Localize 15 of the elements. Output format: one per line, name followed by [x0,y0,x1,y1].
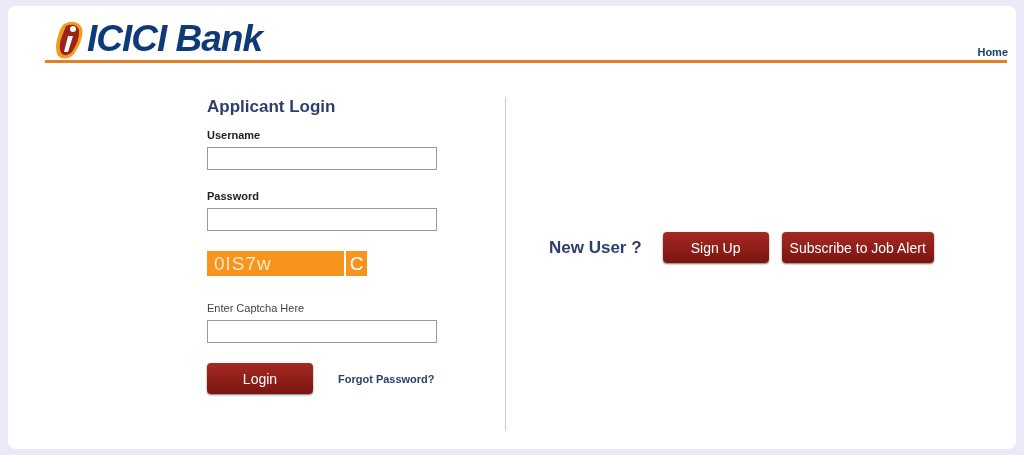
field-label: Enter Captcha Here [207,302,306,314]
captcha-input-field[interactable] [207,320,437,343]
sign-up-button[interactable]: Sign Up [662,232,769,263]
login-button[interactable]: Login [207,363,313,394]
home-link[interactable]: Home [977,46,1008,58]
field-label: Password [207,190,260,202]
subscribe-button[interactable]: Subscribe to Job Alert [781,232,934,263]
form-title: Applicant Login [207,97,337,117]
captcha-image: 0IS7w [207,251,344,276]
forgot-password-link[interactable]: Forgot Password? [338,372,435,385]
new-user-label: New User ? [549,237,642,258]
text-input-field[interactable] [207,147,437,170]
field-label: Username [207,129,262,141]
text-input-field[interactable] [207,208,437,231]
bank-logo: ICICI Bank [54,18,263,60]
